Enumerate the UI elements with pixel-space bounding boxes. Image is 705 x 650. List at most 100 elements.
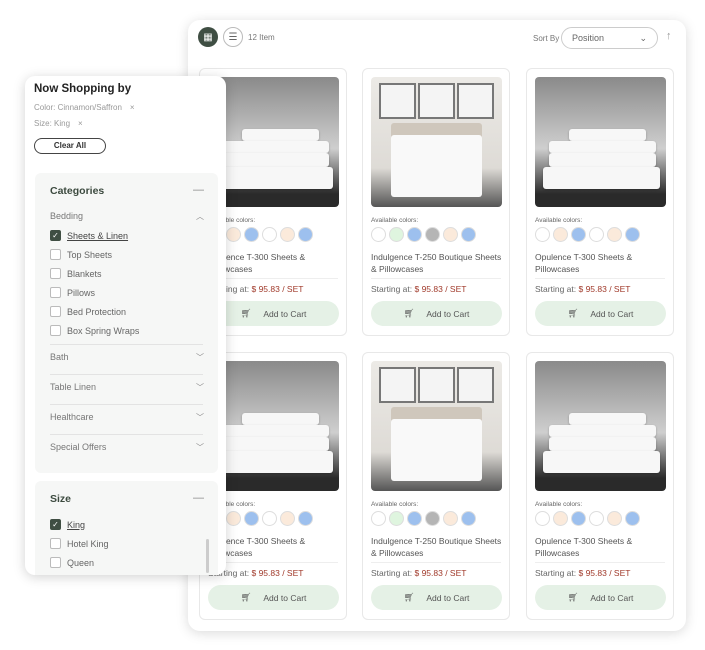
filter-option[interactable]: Queen <box>50 557 94 568</box>
color-swatch[interactable] <box>389 227 404 242</box>
filter-option[interactable]: ✓ King <box>50 519 85 530</box>
color-swatch[interactable] <box>389 511 404 526</box>
color-swatch[interactable] <box>226 511 241 526</box>
product-image[interactable] <box>535 77 666 207</box>
color-swatch[interactable] <box>443 511 458 526</box>
sort-direction-button[interactable]: ↑ <box>666 30 672 42</box>
filter-option[interactable]: Pillows <box>50 287 95 298</box>
color-swatch[interactable] <box>443 227 458 242</box>
list-view-button[interactable]: ☰ <box>223 27 243 47</box>
color-swatch[interactable] <box>607 511 622 526</box>
filter-option[interactable]: Bed Protection <box>50 306 126 317</box>
add-to-cart-button[interactable]: 🛒︎ Add to Cart <box>535 301 666 326</box>
category-item[interactable]: Healthcare <box>50 412 94 422</box>
color-swatch[interactable] <box>461 511 476 526</box>
color-swatch[interactable] <box>371 511 386 526</box>
add-to-cart-button[interactable]: 🛒︎ Add to Cart <box>371 585 502 610</box>
color-swatch[interactable] <box>607 227 622 242</box>
remove-filter-icon[interactable]: × <box>130 103 135 112</box>
color-swatch[interactable] <box>535 511 550 526</box>
color-swatch[interactable] <box>407 227 422 242</box>
color-swatch[interactable] <box>589 511 604 526</box>
product-price: Starting at: $ 95.83 / SET <box>535 284 631 294</box>
filter-option[interactable]: Hotel King <box>50 538 109 549</box>
color-swatches <box>371 511 476 526</box>
color-swatch[interactable] <box>571 511 586 526</box>
color-swatch[interactable] <box>535 227 550 242</box>
checkbox[interactable] <box>50 268 61 279</box>
chevron-down-icon[interactable]: ﹀ <box>196 382 204 393</box>
color-swatch[interactable] <box>589 227 604 242</box>
chevron-down-icon[interactable]: ﹀ <box>196 442 204 453</box>
color-swatch[interactable] <box>571 227 586 242</box>
product-image[interactable] <box>535 361 666 491</box>
color-swatch[interactable] <box>280 511 295 526</box>
add-to-cart-button[interactable]: 🛒︎ Add to Cart <box>535 585 666 610</box>
product-name[interactable]: Opulence T-300 Sheets & Pillowcases <box>208 535 342 559</box>
chevron-down-icon[interactable]: ﹀ <box>196 352 204 363</box>
color-swatch[interactable] <box>262 511 277 526</box>
color-swatch[interactable] <box>625 511 640 526</box>
product-image[interactable] <box>208 77 339 207</box>
checkbox[interactable] <box>50 325 61 336</box>
checkbox[interactable]: ✓ <box>50 230 61 241</box>
now-shopping-title: Now Shopping by <box>34 83 132 95</box>
chevron-down-icon[interactable]: ﹀ <box>196 412 204 423</box>
color-swatch[interactable] <box>226 227 241 242</box>
remove-filter-icon[interactable]: × <box>78 119 83 128</box>
available-colors-label: Available colors: <box>371 217 419 224</box>
category-item[interactable]: Table Linen <box>50 382 96 392</box>
filter-option[interactable]: Top Sheets <box>50 249 112 260</box>
checkbox[interactable] <box>50 306 61 317</box>
grid-view-button[interactable]: ▦ <box>198 27 218 47</box>
color-swatch[interactable] <box>244 511 259 526</box>
color-swatch[interactable] <box>262 227 277 242</box>
color-swatch[interactable] <box>461 227 476 242</box>
category-item[interactable]: Special Offers <box>50 442 106 452</box>
color-swatch[interactable] <box>244 227 259 242</box>
checkbox[interactable] <box>50 287 61 298</box>
checkbox[interactable] <box>50 557 61 568</box>
color-swatch[interactable] <box>298 511 313 526</box>
color-swatch[interactable] <box>425 227 440 242</box>
checkbox[interactable] <box>50 249 61 260</box>
clear-all-button[interactable]: Clear All <box>34 138 106 154</box>
add-to-cart-button[interactable]: 🛒︎ Add to Cart <box>208 301 339 326</box>
product-card[interactable]: Available colors: Indulgence T-250 Boutiq… <box>362 352 510 620</box>
color-swatch[interactable] <box>371 227 386 242</box>
product-name[interactable]: Indulgence T-250 Boutique Sheets & Pillo… <box>371 251 505 275</box>
product-card[interactable]: Available colors: Opulence T-300 Sheets &… <box>526 352 674 620</box>
checkbox[interactable] <box>50 538 61 549</box>
product-image[interactable] <box>208 361 339 491</box>
filter-option[interactable]: ✓ Sheets & Linen <box>50 230 128 241</box>
product-image[interactable] <box>371 77 502 207</box>
category-item[interactable]: Bath <box>50 352 69 362</box>
color-swatch[interactable] <box>280 227 295 242</box>
color-swatch[interactable] <box>553 227 568 242</box>
color-swatch[interactable] <box>298 227 313 242</box>
collapse-icon[interactable]: — <box>193 184 204 196</box>
product-name[interactable]: Opulence T-300 Sheets & Pillowcases <box>535 251 669 275</box>
chevron-up-icon[interactable]: ︿ <box>196 211 204 222</box>
cart-icon: 🛒︎ <box>240 592 252 602</box>
collapse-icon[interactable]: — <box>193 492 204 504</box>
color-swatch[interactable] <box>625 227 640 242</box>
filter-option[interactable]: Blankets <box>50 268 102 279</box>
color-swatch[interactable] <box>425 511 440 526</box>
sort-select[interactable]: Position ⌄ <box>561 27 658 49</box>
add-to-cart-button[interactable]: 🛒︎ Add to Cart <box>208 585 339 610</box>
color-swatch[interactable] <box>407 511 422 526</box>
product-name[interactable]: Indulgence T-250 Boutique Sheets & Pillo… <box>371 535 505 559</box>
product-name[interactable]: Opulence T-300 Sheets & Pillowcases <box>535 535 669 559</box>
chevron-down-icon: ⌄ <box>639 33 647 43</box>
checkbox[interactable]: ✓ <box>50 519 61 530</box>
product-card[interactable]: Available colors: Indulgence T-250 Boutiq… <box>362 68 510 336</box>
category-bedding[interactable]: Bedding <box>50 211 83 221</box>
product-card[interactable]: Available colors: Opulence T-300 Sheets &… <box>526 68 674 336</box>
product-name[interactable]: Opulence T-300 Sheets & Pillowcases <box>208 251 342 275</box>
color-swatch[interactable] <box>553 511 568 526</box>
filter-option[interactable]: Box Spring Wraps <box>50 325 139 336</box>
add-to-cart-button[interactable]: 🛒︎ Add to Cart <box>371 301 502 326</box>
scrollbar[interactable] <box>206 539 209 573</box>
product-image[interactable] <box>371 361 502 491</box>
